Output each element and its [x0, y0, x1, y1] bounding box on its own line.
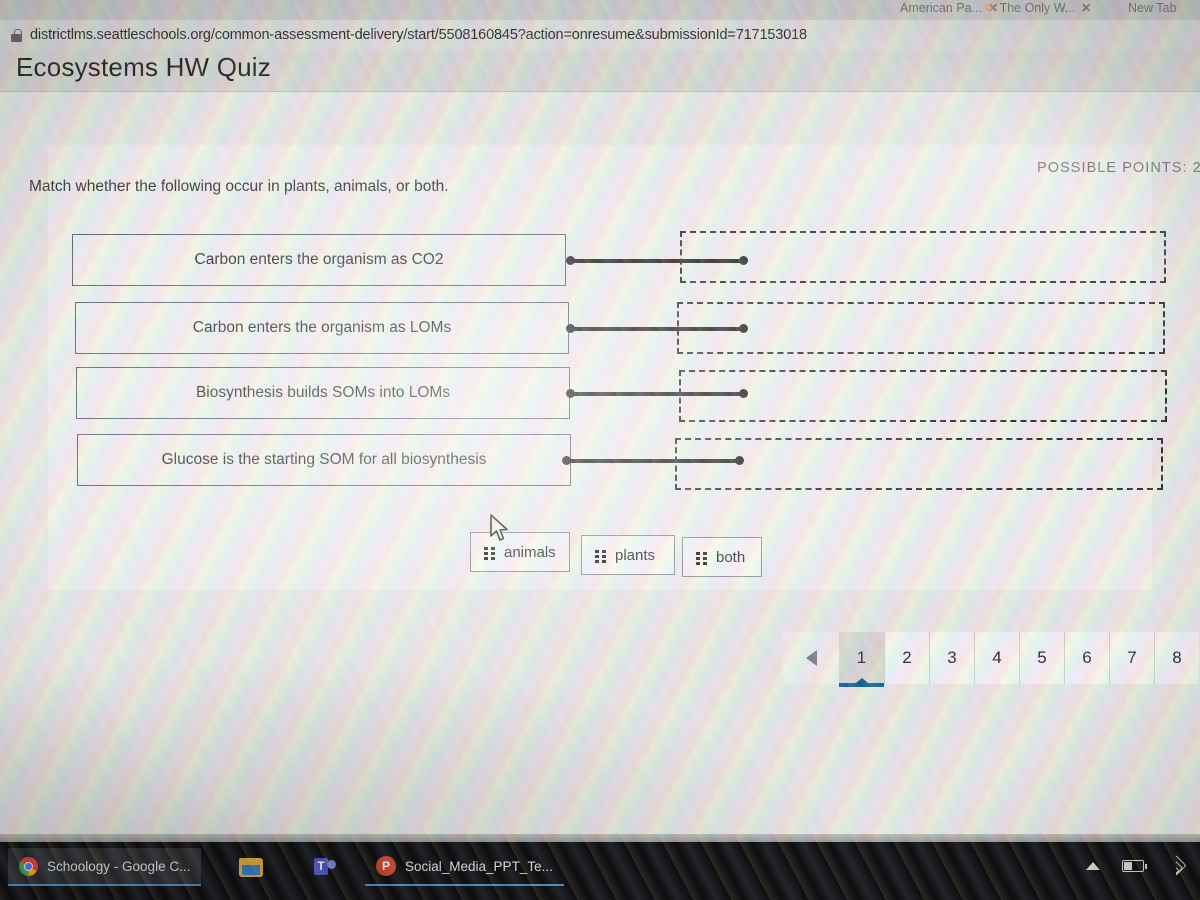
question-prompt: Match whether the following occur in pla…	[29, 178, 449, 195]
match-item-label: Biosynthesis builds SOMs into LOMs	[195, 384, 451, 401]
answer-chip-label: both	[716, 548, 746, 566]
wifi-icon[interactable]	[1165, 854, 1187, 877]
chevron-up-icon[interactable]	[1086, 861, 1100, 870]
taskbar-item-chrome[interactable]: Schoology - Google C...	[8, 848, 202, 886]
match-dropzone[interactable]	[677, 302, 1165, 354]
browser-tab-label: New Tab	[1128, 1, 1177, 15]
match-item-label: Glucose is the starting SOM for all bios…	[161, 451, 487, 468]
pagination-page-label: 4	[992, 648, 1002, 667]
answer-choice-bank: animals plants both	[470, 530, 800, 577]
drag-handle-icon[interactable]	[595, 549, 606, 563]
pagination-page-label: 2	[902, 648, 912, 667]
triangle-left-icon	[805, 650, 817, 666]
pagination-page-5[interactable]: 5	[1019, 632, 1064, 684]
question-pagination: 1 2 3 4 5 6 7 8	[783, 632, 1199, 687]
taskbar-item-teams[interactable]	[303, 848, 356, 886]
possible-points-label: POSSIBLE POINTS: 2	[1037, 160, 1200, 176]
match-row: Biosynthesis builds SOMs into LOMs	[76, 367, 1167, 422]
browser-tab-label: American Pa...	[900, 1, 982, 15]
drag-handle-icon[interactable]	[484, 546, 495, 560]
browser-tab-1[interactable]: G The Only W... ✕	[985, 0, 1091, 20]
match-item-box[interactable]: Biosynthesis builds SOMs into LOMs	[76, 367, 570, 419]
match-item-label: Carbon enters the organism as LOMs	[192, 319, 452, 336]
pagination-page-6[interactable]: 6	[1064, 632, 1109, 684]
pagination-page-2[interactable]: 2	[884, 632, 929, 684]
match-item-box[interactable]: Glucose is the starting SOM for all bios…	[77, 434, 571, 486]
match-row: Carbon enters the organism as LOMs	[75, 302, 1166, 354]
file-explorer-icon	[239, 857, 263, 877]
browser-tab-label: The Only W...	[999, 1, 1076, 15]
taskbar-item-label: Schoology - Google C...	[47, 858, 191, 874]
match-dropzone[interactable]	[675, 438, 1163, 490]
close-icon[interactable]: ✕	[1081, 1, 1091, 15]
lock-icon	[11, 28, 22, 42]
pagination-page-label: 1	[856, 648, 867, 667]
taskbar-top-edge	[0, 834, 1200, 842]
browser-tab-0[interactable]: American Pa... ✕	[900, 0, 998, 20]
match-item-label: Carbon enters the organism as CO2	[194, 251, 444, 268]
title-divider	[0, 91, 1200, 92]
powerpoint-icon: P	[376, 856, 396, 876]
pagination-page-label: 7	[1127, 648, 1137, 667]
browser-address-bar[interactable]: districtlms.seattleschools.org/common-as…	[0, 20, 1200, 50]
pagination-page-8[interactable]: 8	[1154, 632, 1199, 684]
pagination-page-label: 5	[1037, 648, 1047, 667]
pagination-page-3[interactable]: 3	[929, 632, 974, 684]
system-tray	[1086, 854, 1187, 877]
pagination-page-4[interactable]: 4	[974, 632, 1019, 684]
pagination-page-label: 6	[1082, 648, 1092, 667]
match-row: Glucose is the starting SOM for all bios…	[77, 434, 1166, 490]
page-title: Ecosystems HW Quiz	[16, 52, 271, 82]
taskbar-item-label: Social_Media_PPT_Te...	[405, 858, 553, 874]
chrome-icon	[19, 856, 38, 876]
answer-chip-label: plants	[615, 546, 656, 564]
pagination-page-7[interactable]: 7	[1109, 632, 1154, 684]
answer-chip-label: animals	[504, 543, 556, 561]
pagination-prev-button[interactable]	[783, 632, 839, 684]
microsoft-teams-icon	[314, 857, 336, 877]
taskbar-item-file-explorer[interactable]	[228, 848, 283, 886]
answer-chip-both[interactable]: both	[682, 537, 762, 577]
browser-tab-strip: American Pa... ✕ G The Only W... ✕ New T…	[0, 0, 1200, 20]
mouse-cursor-icon	[490, 514, 508, 541]
pagination-page-label: 3	[947, 648, 957, 667]
screen-photo: American Pa... ✕ G The Only W... ✕ New T…	[0, 0, 1200, 900]
answer-chip-animals[interactable]: animals	[470, 532, 570, 572]
answer-chip-plants[interactable]: plants	[581, 535, 675, 575]
pagination-page-label: 8	[1172, 648, 1182, 667]
match-item-box[interactable]: Carbon enters the organism as LOMs	[75, 302, 569, 354]
match-row: Carbon enters the organism as CO2	[72, 231, 1166, 286]
pagination-page-1[interactable]: 1	[839, 632, 884, 687]
match-dropzone[interactable]	[680, 231, 1166, 283]
pagination-current-marker-icon	[855, 678, 868, 683]
taskbar-item-powerpoint[interactable]: P Social_Media_PPT_Te...	[365, 848, 564, 886]
match-dropzone[interactable]	[679, 370, 1167, 422]
drag-handle-icon[interactable]	[696, 551, 707, 565]
windows-taskbar: Schoology - Google C... P Social_Media_P…	[0, 834, 1200, 900]
address-bar-url: districtlms.seattleschools.org/common-as…	[30, 27, 807, 43]
google-g-icon: G	[985, 2, 994, 14]
battery-icon[interactable]	[1122, 859, 1147, 872]
match-item-box[interactable]: Carbon enters the organism as CO2	[72, 234, 566, 286]
browser-tab-2[interactable]: New Tab	[1128, 0, 1176, 20]
